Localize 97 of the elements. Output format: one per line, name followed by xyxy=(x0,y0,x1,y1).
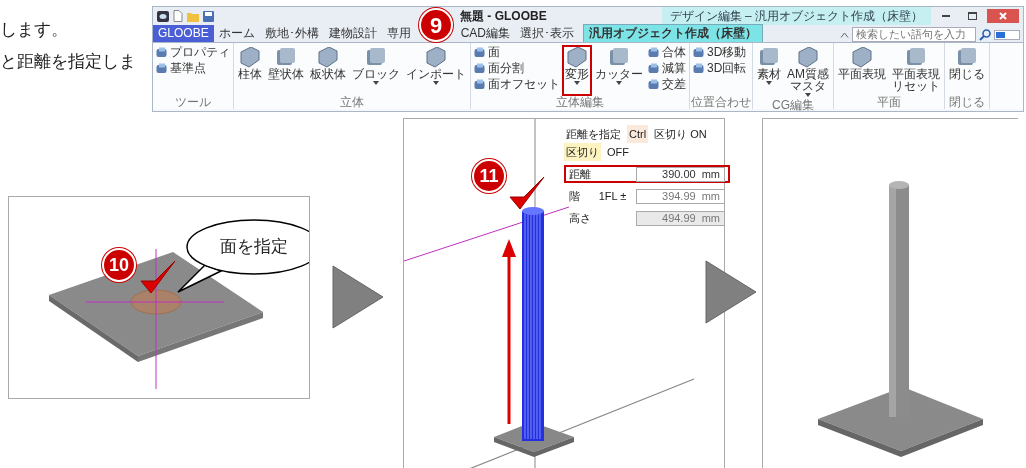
tool-icon xyxy=(648,47,659,58)
window-title: 無題 - GLOOBE xyxy=(460,8,547,25)
solid-icon xyxy=(365,47,387,68)
group-label: 平面 xyxy=(876,96,902,109)
floor-label: 1FL ± xyxy=(598,189,628,204)
ribbon-button[interactable]: 3D移動 xyxy=(691,45,749,60)
context-header: デザイン編集 – 汎用オブジェクト作成（床壁） xyxy=(661,7,931,25)
ribbon-button[interactable]: 平面表現 xyxy=(835,45,889,96)
solid-icon xyxy=(566,47,588,68)
up-arrow-icon xyxy=(502,239,516,424)
solid-icon xyxy=(758,47,780,68)
ribbon-tab[interactable]: CAD編集 xyxy=(455,25,516,42)
ribbon-tab[interactable]: ホーム xyxy=(213,25,260,42)
tool-icon xyxy=(648,79,659,90)
number-field[interactable]: 390.00 mm xyxy=(636,166,725,182)
ribbon-button[interactable]: 交差 xyxy=(646,77,688,92)
search-field[interactable]: 検索したい語句を入力 xyxy=(852,27,976,42)
solid-icon xyxy=(608,47,630,68)
hint-text: 区切り ON xyxy=(653,127,708,142)
ribbon-button[interactable]: プロパティ xyxy=(154,45,232,60)
tool-icon xyxy=(648,63,659,74)
ribbon-button[interactable]: AM質感 マスタ xyxy=(784,45,832,99)
solid-icon xyxy=(275,47,297,68)
search-icon[interactable] xyxy=(979,28,991,41)
ribbon-button[interactable]: 平面表現 リセット xyxy=(889,45,943,96)
solid-icon xyxy=(317,47,339,68)
ribbon-button[interactable]: 板状体 xyxy=(307,45,349,96)
checkmark-icon xyxy=(140,260,176,294)
ribbon-button[interactable]: 変形 xyxy=(562,45,592,96)
ribbon-tab[interactable]: 選択･表示 xyxy=(515,25,580,42)
ribbon-button[interactable]: 基準点 xyxy=(154,61,232,76)
ribbon-button[interactable]: 面分割 xyxy=(472,61,562,76)
key-label: Ctrl xyxy=(627,125,649,143)
solid-icon xyxy=(239,47,261,68)
group-label: ツール xyxy=(174,96,212,109)
field-label: 階 xyxy=(569,189,581,204)
close-button[interactable] xyxy=(987,9,1019,23)
ribbon-tab[interactable]: 汎用オブジェクト作成（床壁） xyxy=(583,24,764,42)
solid-icon xyxy=(851,47,873,68)
ribbon-tab[interactable]: GLOOBE xyxy=(153,25,214,42)
number-field[interactable]: 394.99 mm xyxy=(636,188,725,204)
body-text: と距離を指定しま xyxy=(0,51,137,74)
ribbon-button[interactable]: ブロック xyxy=(349,45,403,96)
step-number-badge: 10 xyxy=(102,248,136,282)
body-text: します。 xyxy=(0,19,69,41)
group-label: 閉じる xyxy=(948,96,986,109)
minimize-icon xyxy=(942,15,950,17)
ribbon-button[interactable]: インポート xyxy=(403,45,469,96)
group-label: CG編集 xyxy=(771,99,815,112)
callout-text: 面を指定 xyxy=(219,236,289,258)
ribbon-button[interactable]: 合体 xyxy=(646,45,688,60)
group-label: 立体編集 xyxy=(555,96,605,109)
app-icon[interactable] xyxy=(157,10,169,22)
next-arrow-icon xyxy=(332,265,384,329)
tool-icon xyxy=(156,63,167,74)
ribbon-button[interactable]: 閉じる xyxy=(946,45,988,96)
tool-icon xyxy=(474,63,485,74)
ribbon-tab[interactable]: 敷地･外構 xyxy=(259,25,324,42)
ribbon-button[interactable]: カッター xyxy=(592,45,646,96)
next-arrow-icon xyxy=(705,260,757,324)
ribbon-button[interactable]: 減算 xyxy=(646,61,688,76)
maximize-icon xyxy=(967,12,977,20)
ribbon-button[interactable]: 素材 xyxy=(754,45,784,99)
checkmark-icon xyxy=(509,176,545,210)
field-label: 距離 xyxy=(569,167,592,182)
solid-icon xyxy=(425,47,447,68)
ribbon-button[interactable]: 3D回転 xyxy=(691,61,749,76)
close-icon xyxy=(999,12,1007,20)
tool-icon xyxy=(156,47,167,58)
group-label: 位置合わせ xyxy=(691,96,751,109)
key-label: 区切り xyxy=(564,143,601,161)
collapse-icon[interactable] xyxy=(840,31,849,38)
group-label: 立体 xyxy=(339,96,365,109)
new-file-icon[interactable] xyxy=(173,10,183,22)
tool-icon xyxy=(693,47,704,58)
unit-label: mm xyxy=(701,167,720,181)
field-label: 高さ xyxy=(569,211,592,226)
tool-icon xyxy=(474,47,485,58)
step-number-badge: 11 xyxy=(472,159,506,193)
ribbon-button[interactable]: 面オフセット xyxy=(472,77,562,92)
solid-icon xyxy=(905,47,927,68)
ribbon-button[interactable]: 面 xyxy=(472,45,562,60)
solid-icon xyxy=(797,47,819,68)
unit-label: mm xyxy=(701,189,720,203)
solid-icon xyxy=(956,47,978,68)
ribbon-tab[interactable]: 建物設計 xyxy=(323,25,382,42)
unit-label: mm xyxy=(701,211,720,225)
tool-icon xyxy=(474,79,485,90)
progress-indicator xyxy=(994,29,1020,40)
hint-text: OFF xyxy=(606,145,630,160)
hint-text: 距離を指定 xyxy=(565,127,622,142)
ribbon-button[interactable]: 壁状体 xyxy=(265,45,307,96)
number-field: 494.99 mm xyxy=(636,210,725,226)
save-icon[interactable] xyxy=(203,10,214,22)
ribbon-button[interactable]: 柱体 xyxy=(235,45,265,96)
ribbon-tab[interactable]: 専用 xyxy=(381,25,416,42)
tool-icon xyxy=(693,63,704,74)
